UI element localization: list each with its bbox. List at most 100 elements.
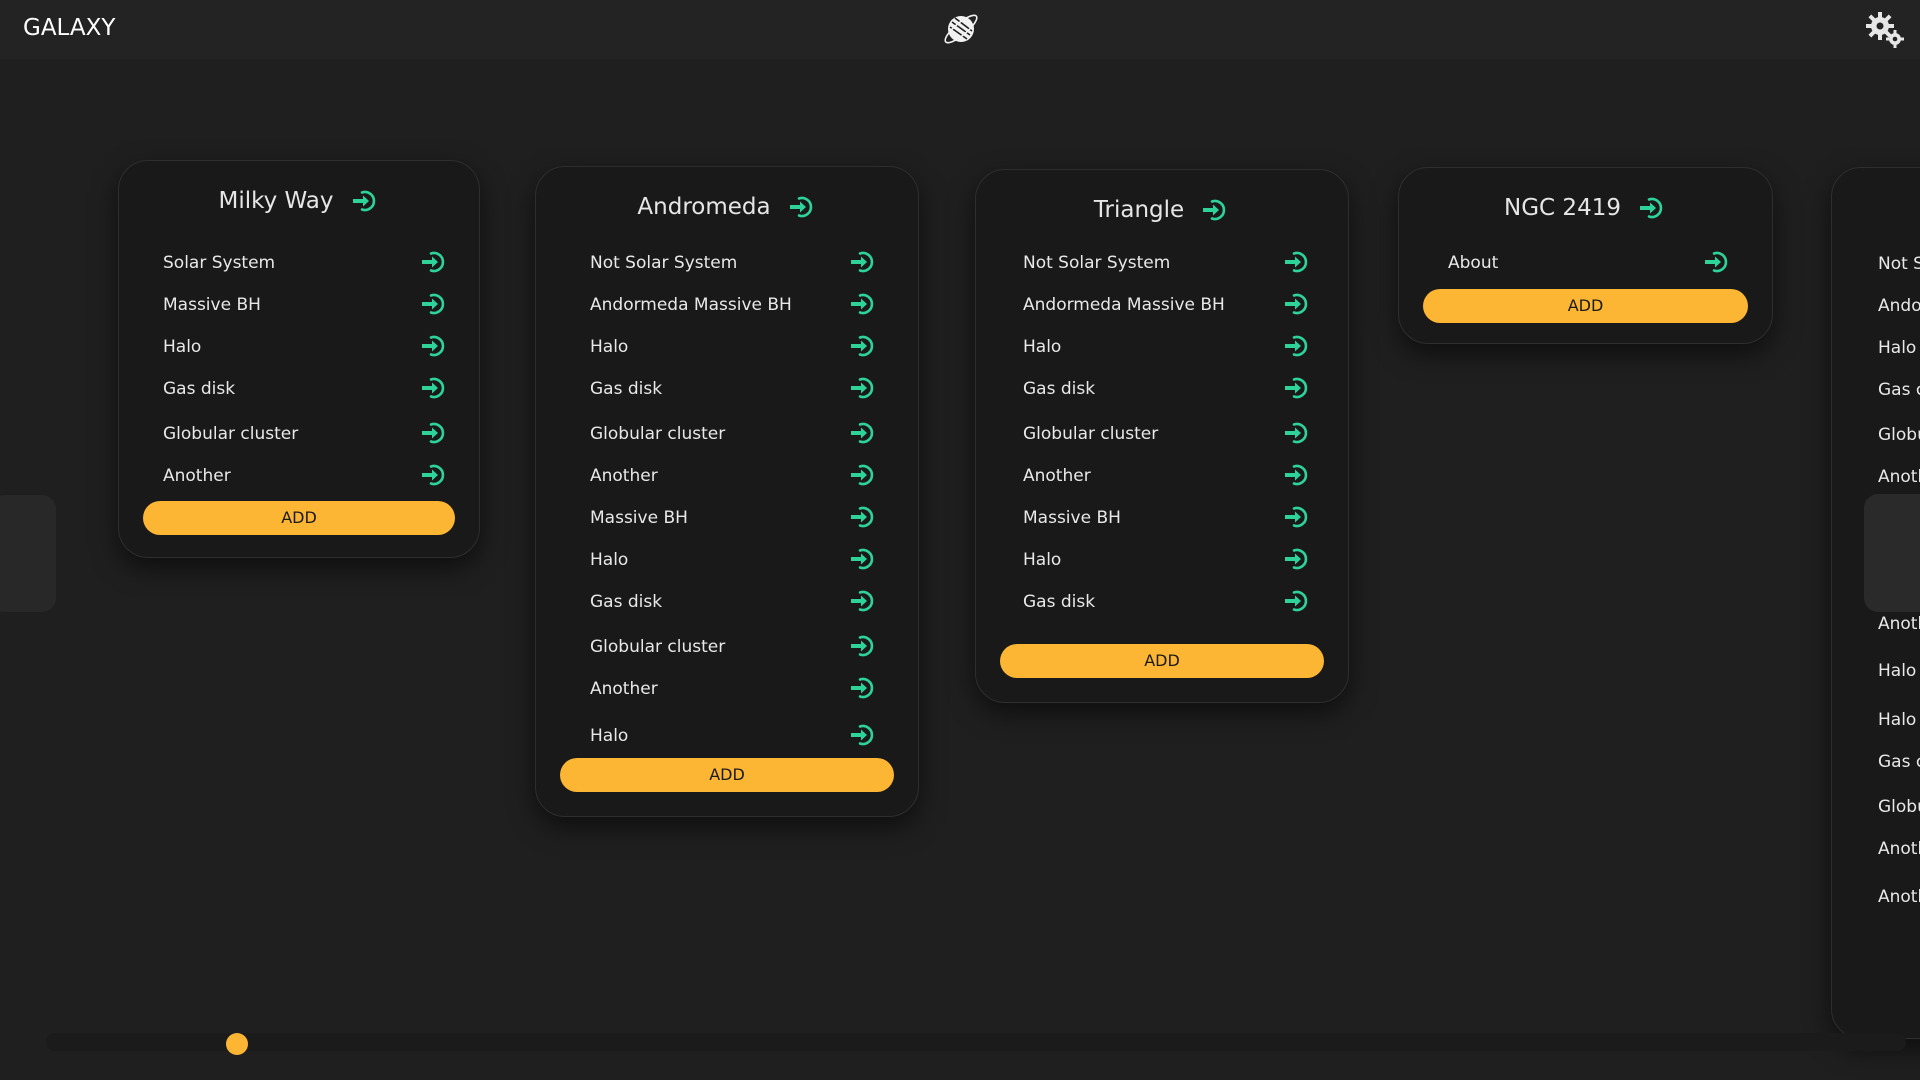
list-item-label: Gas disk [590, 592, 663, 612]
card-header: Andromeda [536, 189, 918, 225]
galaxy-card: Andromeda Not Solar System Andormeda Mas… [535, 166, 919, 817]
enter-icon[interactable] [848, 673, 878, 703]
list-item-label: Gas c [1878, 752, 1920, 772]
list-item[interactable]: Gas disk [536, 373, 918, 403]
enter-icon[interactable] [1702, 247, 1732, 277]
list-item[interactable]: Andormeda Massive BH [976, 289, 1348, 319]
horizontal-scroll-track[interactable] [46, 1033, 1906, 1051]
list-item[interactable]: Not Solar System [536, 247, 918, 277]
enter-icon[interactable] [1282, 502, 1312, 532]
list-item[interactable]: Halo [119, 331, 479, 361]
galaxy-card: Triangle Not Solar System Andormeda Mass… [975, 169, 1349, 703]
enter-icon[interactable] [1282, 544, 1312, 574]
list-item-label: Halo [590, 550, 629, 570]
enter-icon[interactable] [419, 418, 449, 448]
enter-icon[interactable] [1282, 289, 1312, 319]
list-item[interactable]: Globular cluster [119, 418, 479, 448]
galaxy-card: Milky Way Solar System Massive BH Halo G… [118, 160, 480, 558]
list-item[interactable]: Halo [536, 544, 918, 574]
enter-icon[interactable] [787, 192, 817, 222]
enter-icon[interactable] [848, 631, 878, 661]
list-item-label: Halo [1878, 661, 1917, 681]
list-item-label: Not Solar System [590, 253, 738, 273]
list-item-label: Massive BH [590, 508, 688, 528]
list-item-label: Gas disk [1023, 592, 1096, 612]
list-item-label: Globular cluster [590, 637, 726, 657]
list-item[interactable]: About [1399, 247, 1772, 277]
list-item[interactable]: Globular cluster [536, 418, 918, 448]
list-item-label: Globular cluster [590, 424, 726, 444]
left-scroll-handle[interactable] [0, 495, 56, 612]
enter-icon[interactable] [848, 289, 878, 319]
settings-gears-icon[interactable] [1864, 9, 1906, 51]
enter-icon[interactable] [1282, 373, 1312, 403]
list-item-label: Anoth [1878, 614, 1920, 634]
add-button[interactable]: ADD [1423, 289, 1748, 323]
enter-icon[interactable] [848, 331, 878, 361]
list-item-label: Anoth [1878, 467, 1920, 487]
list-item-label: Gas disk [163, 379, 236, 399]
enter-icon[interactable] [419, 460, 449, 490]
card-title: Andromeda [637, 194, 771, 220]
list-item[interactable]: Gas disk [119, 373, 479, 403]
list-item[interactable]: Gas disk [976, 586, 1348, 616]
enter-icon[interactable] [350, 186, 380, 216]
enter-icon[interactable] [848, 247, 878, 277]
list-item-label: Gas disk [1023, 379, 1096, 399]
list-item-label: Halo [1023, 550, 1062, 570]
list-item[interactable]: Another [976, 460, 1348, 490]
list-item-label: Globu [1878, 797, 1920, 817]
enter-icon[interactable] [419, 373, 449, 403]
enter-icon[interactable] [848, 586, 878, 616]
enter-icon[interactable] [848, 720, 878, 750]
list-item-label: Not S [1878, 254, 1920, 274]
card-header: Milky Way [119, 183, 479, 219]
enter-icon[interactable] [1282, 418, 1312, 448]
enter-icon[interactable] [1282, 586, 1312, 616]
card-header: NGC 2419 [1399, 190, 1772, 226]
right-scroll-handle[interactable] [1864, 494, 1920, 612]
enter-icon[interactable] [1282, 331, 1312, 361]
list-item[interactable]: Halo [536, 720, 918, 750]
enter-icon[interactable] [419, 331, 449, 361]
list-item[interactable]: Another [536, 673, 918, 703]
add-button[interactable]: ADD [560, 758, 894, 792]
enter-icon[interactable] [848, 418, 878, 448]
app-title: GALAXY [23, 15, 116, 41]
list-item[interactable]: Halo [976, 331, 1348, 361]
list-item[interactable]: Another [119, 460, 479, 490]
list-item-label: Halo [1878, 338, 1917, 358]
list-item[interactable]: Solar System [119, 247, 479, 277]
list-item-label: Halo [590, 726, 629, 746]
enter-icon[interactable] [1282, 460, 1312, 490]
enter-icon[interactable] [419, 247, 449, 277]
list-item[interactable]: Another [536, 460, 918, 490]
list-item-label: Massive BH [1023, 508, 1121, 528]
list-item-label: Gas disk [590, 379, 663, 399]
list-item-label: Andormeda Massive BH [1023, 295, 1225, 315]
list-item[interactable]: Globular cluster [976, 418, 1348, 448]
list-item[interactable]: Halo [536, 331, 918, 361]
enter-icon[interactable] [419, 289, 449, 319]
list-item[interactable]: Massive BH [976, 502, 1348, 532]
enter-icon[interactable] [1637, 193, 1667, 223]
planet-logo-icon[interactable] [940, 8, 982, 50]
list-item-label: Anoth [1878, 887, 1920, 907]
enter-icon[interactable] [1200, 195, 1230, 225]
list-item[interactable]: Andormeda Massive BH [536, 289, 918, 319]
enter-icon[interactable] [1282, 247, 1312, 277]
enter-icon[interactable] [848, 502, 878, 532]
list-item-label: About [1448, 253, 1499, 273]
add-button[interactable]: ADD [143, 501, 455, 535]
list-item[interactable]: Massive BH [536, 502, 918, 532]
add-button[interactable]: ADD [1000, 644, 1324, 678]
enter-icon[interactable] [848, 460, 878, 490]
list-item[interactable]: Massive BH [119, 289, 479, 319]
list-item[interactable]: Gas disk [536, 586, 918, 616]
enter-icon[interactable] [848, 373, 878, 403]
list-item[interactable]: Not Solar System [976, 247, 1348, 277]
list-item[interactable]: Globular cluster [536, 631, 918, 661]
list-item[interactable]: Gas disk [976, 373, 1348, 403]
list-item[interactable]: Halo [976, 544, 1348, 574]
enter-icon[interactable] [848, 544, 878, 574]
